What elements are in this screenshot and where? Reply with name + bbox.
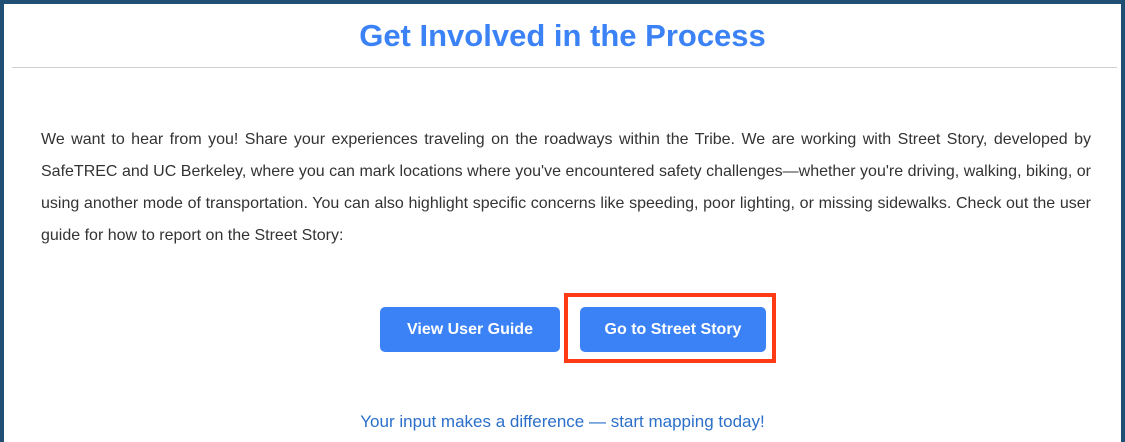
section-title: Get Involved in the Process — [359, 18, 766, 53]
button-row: View User Guide Go to Street Story — [4, 307, 1121, 353]
section-description: We want to hear from you! Share your exp… — [41, 131, 1091, 244]
call-to-action-text: Your input makes a difference — start ma… — [360, 412, 765, 431]
go-to-street-story-button[interactable]: Go to Street Story — [580, 307, 766, 352]
title-divider — [12, 67, 1117, 68]
content-frame: Get Involved in the Process We want to h… — [0, 0, 1125, 442]
view-user-guide-button[interactable]: View User Guide — [380, 307, 560, 352]
